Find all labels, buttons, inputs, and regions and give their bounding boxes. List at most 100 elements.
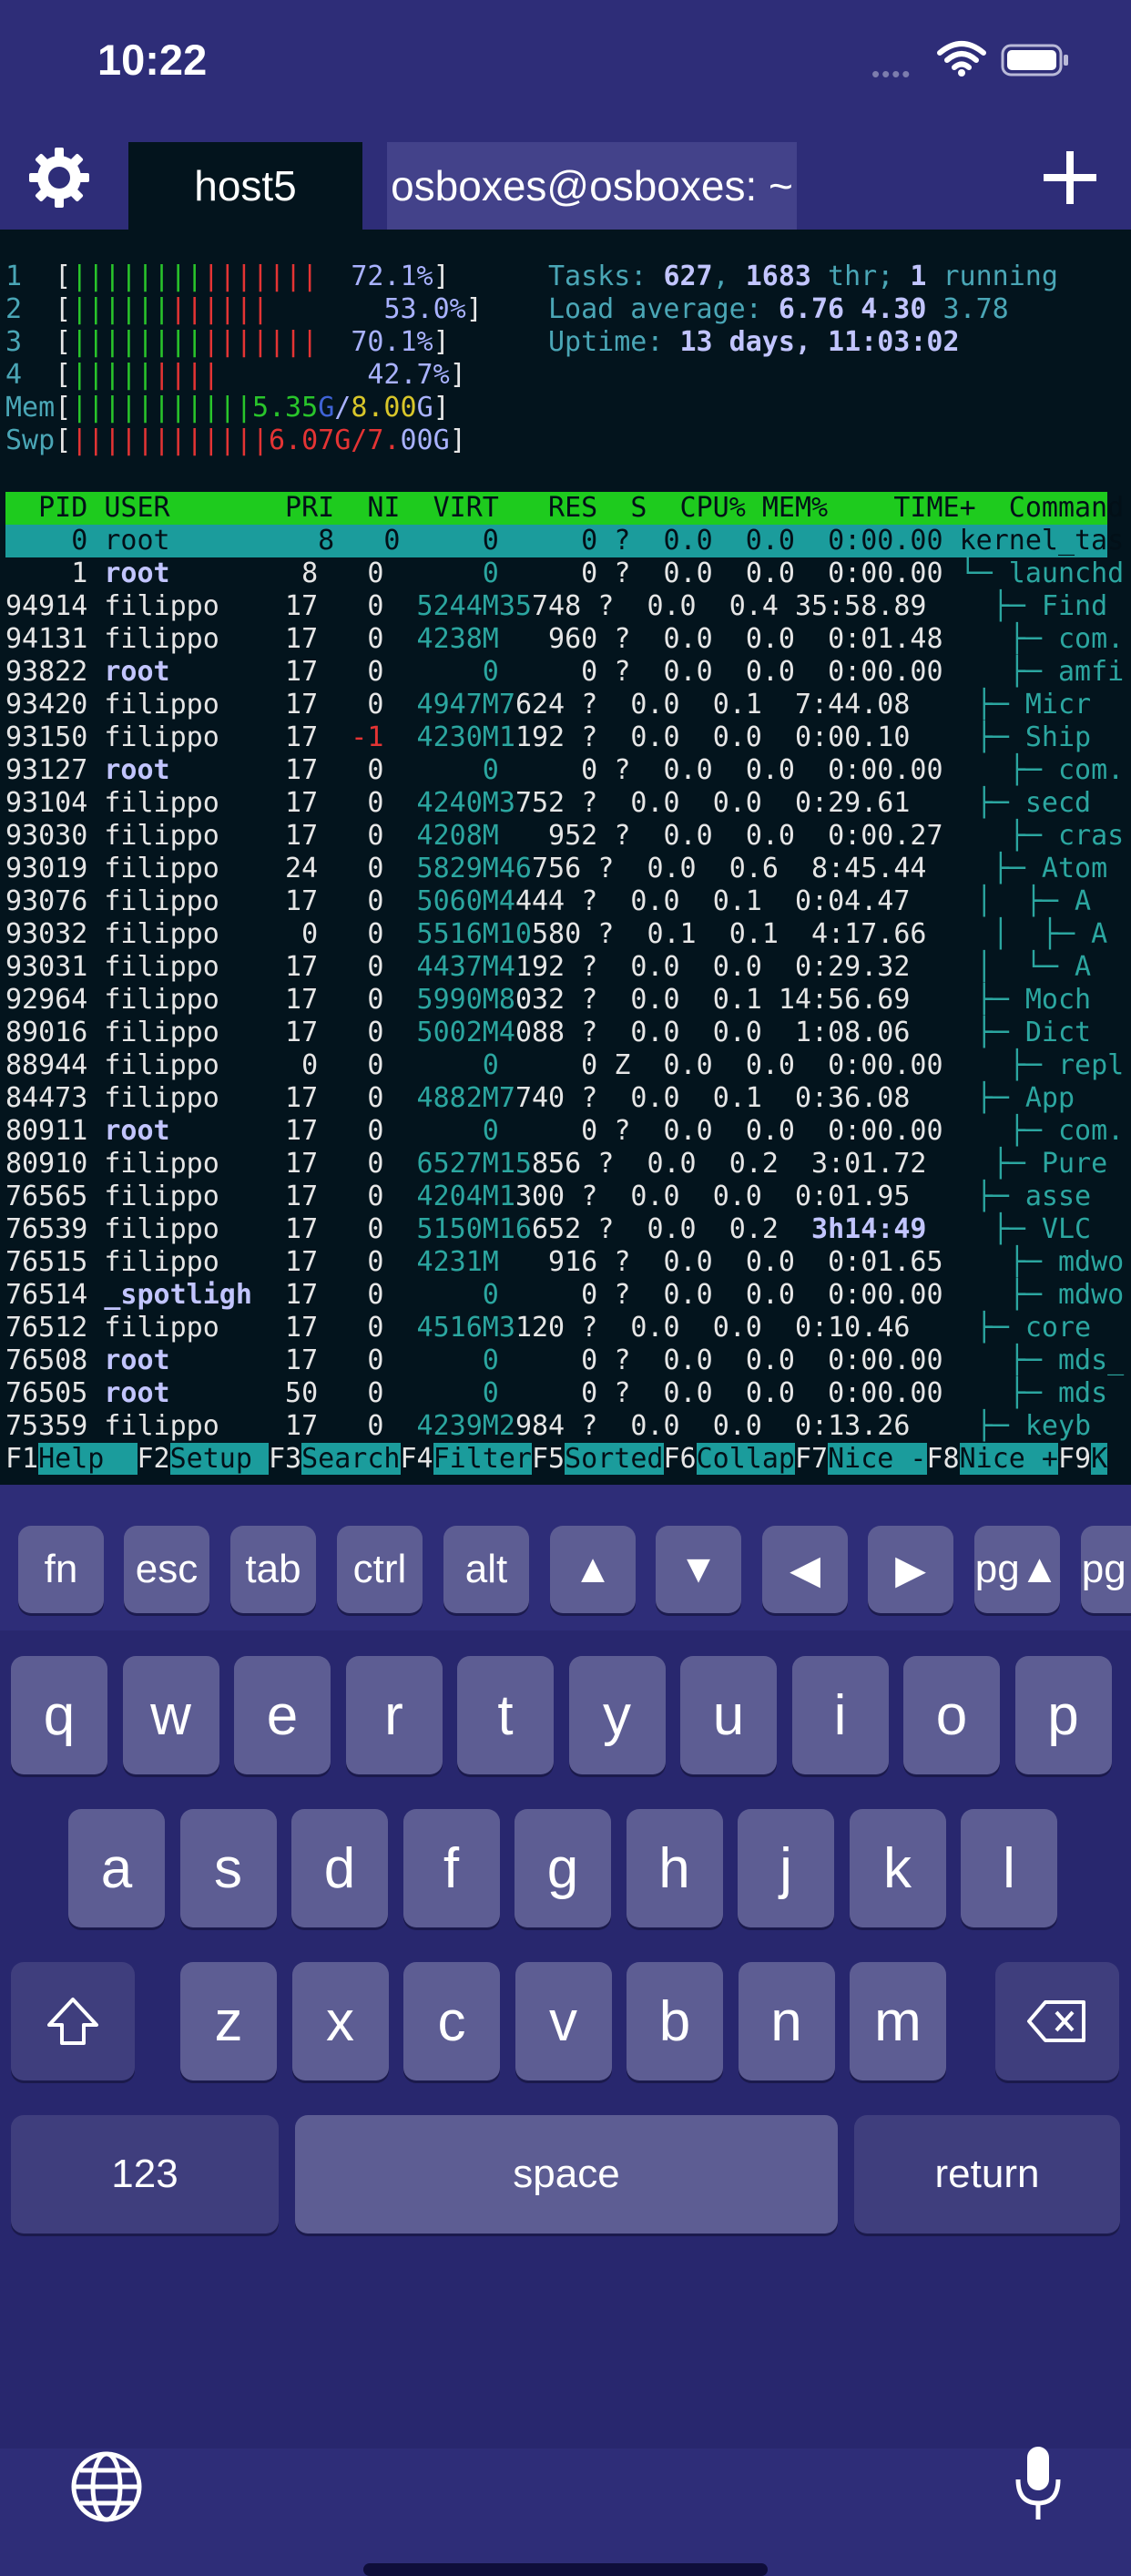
table-row[interactable]: 76505 root 50 0 0 0 ? 0.0 0.0 0:00.00 ├─… — [5, 1377, 1124, 1410]
globe-icon[interactable] — [66, 2446, 148, 2528]
table-row[interactable]: 76539 filippo 17 0 5150M16652 ? 0.0 0.2 … — [5, 1213, 1107, 1246]
table-row[interactable]: 76514 _spotligh 17 0 0 0 ? 0.0 0.0 0:00.… — [5, 1279, 1124, 1312]
table-row[interactable]: 93127 root 17 0 0 0 ? 0.0 0.0 0:00.00 ├─… — [5, 754, 1124, 787]
key-left-arrow[interactable]: ◀ — [762, 1526, 848, 1613]
fkey-label[interactable]: Nice - — [828, 1443, 927, 1475]
table-row[interactable]: 88944 filippo 0 0 0 0 Z 0.0 0.0 0:00.00 … — [5, 1049, 1124, 1082]
table-row[interactable]: 93150 filippo 17 -1 4230M1192 ? 0.0 0.0 … — [5, 721, 1091, 754]
fkey-f8[interactable]: F8 — [927, 1443, 960, 1475]
key-j[interactable]: j — [738, 1809, 834, 1927]
key-h[interactable]: h — [626, 1809, 723, 1927]
table-row[interactable]: 93032 filippo 0 0 5516M10580 ? 0.1 0.1 4… — [5, 918, 1107, 951]
cell-s: ? — [597, 1213, 615, 1245]
key-a[interactable]: a — [68, 1809, 165, 1927]
key-b[interactable]: b — [627, 1962, 723, 2080]
fkey-label[interactable]: Filter — [433, 1443, 532, 1475]
add-tab-icon[interactable] — [1038, 146, 1102, 210]
key-esc[interactable]: esc — [124, 1526, 209, 1613]
fkey-f7[interactable]: F7 — [795, 1443, 828, 1475]
key-u[interactable]: u — [680, 1656, 777, 1774]
terminal-screen[interactable]: 1 [||||||||||||||| 72.1%] 2 [|||||||||||… — [0, 230, 1131, 1485]
key-e[interactable]: e — [234, 1656, 331, 1774]
key-g[interactable]: g — [515, 1809, 611, 1927]
fkey-label[interactable]: Help — [38, 1443, 138, 1475]
fkey-f9[interactable]: F9 — [1058, 1443, 1091, 1475]
key-x[interactable]: x — [291, 1962, 389, 2080]
selected-process-row[interactable]: 0 root 8 0 0 0 ? 0.0 0.0 0:00.00 kernel_… — [5, 525, 1124, 557]
key-down-arrow[interactable]: ▼ — [656, 1526, 741, 1613]
table-row[interactable]: 76515 filippo 17 0 4231M 916 ? 0.0 0.0 0… — [5, 1246, 1124, 1279]
key-n[interactable]: n — [738, 1962, 835, 2080]
fkey-label[interactable]: K — [1091, 1443, 1108, 1475]
table-row[interactable]: 1 root 8 0 0 0 ? 0.0 0.0 0:00.00 └─ laun… — [5, 557, 1124, 590]
table-row[interactable]: 93104 filippo 17 0 4240M3752 ? 0.0 0.0 0… — [5, 787, 1091, 820]
tab-host5[interactable]: host5 — [128, 142, 362, 230]
table-row[interactable]: 75359 filippo 17 0 4239M2984 ? 0.0 0.0 0… — [5, 1410, 1091, 1443]
return-key[interactable]: return — [854, 2115, 1120, 2234]
key-y[interactable]: y — [568, 1656, 666, 1774]
cell-user: filippo — [104, 689, 219, 721]
key-ctrl[interactable]: ctrl — [337, 1526, 423, 1613]
table-row[interactable]: 93076 filippo 17 0 5060M4444 ? 0.0 0.1 0… — [5, 885, 1091, 918]
fkey-label[interactable]: Setup — [169, 1443, 269, 1475]
table-row[interactable]: 89016 filippo 17 0 5002M4088 ? 0.0 0.0 1… — [5, 1017, 1091, 1049]
key-p[interactable]: p — [1014, 1656, 1112, 1774]
key-q[interactable]: q — [11, 1656, 107, 1774]
fkey-f2[interactable]: F2 — [138, 1443, 170, 1475]
table-row[interactable]: 94914 filippo 17 0 5244M35748 ? 0.0 0.4 … — [5, 590, 1107, 623]
tab-osboxes[interactable]: osboxes@osboxes: ~ — [387, 142, 797, 230]
numbers-key[interactable]: 123 — [11, 2115, 279, 2234]
key-m[interactable]: m — [850, 1962, 946, 2080]
key-i[interactable]: i — [791, 1656, 889, 1774]
space-key[interactable]: space — [295, 2115, 838, 2234]
table-row[interactable]: 92964 filippo 17 0 5990M8032 ? 0.0 0.1 1… — [5, 984, 1091, 1017]
key-alt[interactable]: alt — [443, 1526, 529, 1613]
table-row[interactable]: 93030 filippo 17 0 4208M 952 ? 0.0 0.0 0… — [5, 820, 1124, 853]
table-row[interactable]: 84473 filippo 17 0 4882M7740 ? 0.0 0.1 0… — [5, 1082, 1091, 1115]
cell-virt: 4204M — [383, 1181, 499, 1212]
table-row[interactable]: 93420 filippo 17 0 4947M7624 ? 0.0 0.1 7… — [5, 689, 1091, 721]
key-page-down[interactable]: pg▼ — [1081, 1526, 1131, 1613]
key-page-up[interactable]: pg▲ — [974, 1526, 1060, 1613]
fkey-label[interactable]: Sorted — [565, 1443, 664, 1475]
fkey-label[interactable]: Collap — [696, 1443, 795, 1475]
fkey-f4[interactable]: F4 — [401, 1443, 433, 1475]
key-l[interactable]: l — [961, 1809, 1057, 1927]
key-c[interactable]: c — [403, 1962, 500, 2080]
key-r[interactable]: r — [345, 1656, 443, 1774]
fkey-f5[interactable]: F5 — [532, 1443, 565, 1475]
key-t[interactable]: t — [457, 1656, 554, 1774]
key-up-arrow[interactable]: ▲ — [550, 1526, 636, 1613]
table-row[interactable]: 76512 filippo 17 0 4516M3120 ? 0.0 0.0 0… — [5, 1312, 1091, 1344]
fkey-label[interactable]: Nice + — [959, 1443, 1058, 1475]
table-row[interactable]: 80910 filippo 17 0 6527M15856 ? 0.0 0.2 … — [5, 1148, 1107, 1181]
key-w[interactable]: w — [122, 1656, 219, 1774]
table-row[interactable]: 93019 filippo 24 0 5829M46756 ? 0.0 0.6 … — [5, 853, 1107, 885]
backspace-key[interactable] — [995, 1962, 1119, 2080]
process-table-header[interactable]: PID USER PRI NI VIRT RES S CPU% MEM% TIM… — [5, 492, 1124, 525]
microphone-icon[interactable] — [1011, 2443, 1065, 2525]
key-z[interactable]: z — [180, 1962, 277, 2080]
key-v[interactable]: v — [515, 1962, 612, 2080]
table-row[interactable]: 76508 root 17 0 0 0 ? 0.0 0.0 0:00.00 ├─… — [5, 1344, 1124, 1377]
key-k[interactable]: k — [849, 1809, 946, 1927]
gear-icon[interactable] — [27, 146, 91, 210]
key-tab[interactable]: tab — [230, 1526, 316, 1613]
shift-key[interactable] — [11, 1962, 135, 2080]
table-row[interactable]: 80911 root 17 0 0 0 ? 0.0 0.0 0:00.00 ├─… — [5, 1115, 1124, 1148]
fkey-f6[interactable]: F6 — [664, 1443, 697, 1475]
fkey-f1[interactable]: F1 — [5, 1443, 38, 1475]
table-row[interactable]: 93031 filippo 17 0 4437M4192 ? 0.0 0.0 0… — [5, 951, 1091, 984]
table-row[interactable]: 94131 filippo 17 0 4238M 960 ? 0.0 0.0 0… — [5, 623, 1124, 656]
key-d[interactable]: d — [291, 1809, 388, 1927]
fkey-label[interactable]: Search — [301, 1443, 401, 1475]
cell-pid: 92964 — [5, 984, 88, 1016]
key-s[interactable]: s — [179, 1809, 277, 1927]
table-row[interactable]: 76565 filippo 17 0 4204M1300 ? 0.0 0.0 0… — [5, 1181, 1091, 1213]
fkey-f3[interactable]: F3 — [269, 1443, 301, 1475]
table-row[interactable]: 93822 root 17 0 0 0 ? 0.0 0.0 0:00.00 ├─… — [5, 656, 1124, 689]
key-o[interactable]: o — [903, 1656, 1000, 1774]
key-f[interactable]: f — [402, 1809, 500, 1927]
key-right-arrow[interactable]: ▶ — [868, 1526, 953, 1613]
key-fn[interactable]: fn — [18, 1526, 104, 1613]
